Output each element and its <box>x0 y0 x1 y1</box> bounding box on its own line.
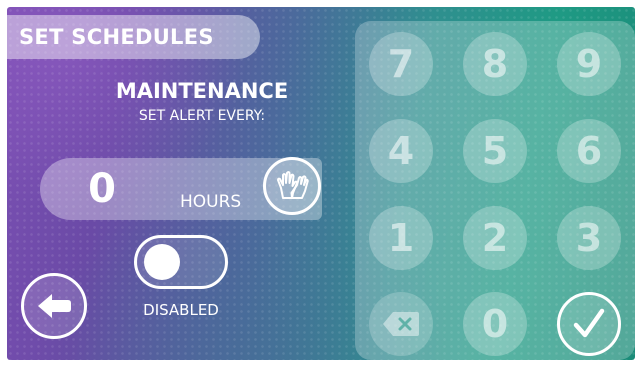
toggle-knob <box>144 244 180 280</box>
section-heading: MAINTENANCE <box>115 79 289 103</box>
key-0[interactable]: 0 <box>463 292 527 356</box>
confirm-button[interactable] <box>557 292 621 356</box>
key-5[interactable]: 5 <box>463 119 527 183</box>
key-2[interactable]: 2 <box>463 206 527 270</box>
arrow-left-icon <box>38 294 71 318</box>
toggle-status-label: DISABLED <box>143 301 219 319</box>
clear-button[interactable] <box>263 157 321 215</box>
key-1[interactable]: 1 <box>369 206 433 270</box>
key-9[interactable]: 9 <box>557 32 621 96</box>
key-4[interactable]: 4 <box>369 119 433 183</box>
page-title: SET SCHEDULES <box>19 25 214 49</box>
checkmark-icon <box>573 308 605 338</box>
enable-toggle[interactable] <box>134 235 228 289</box>
section-subheading: SET ALERT EVERY: <box>138 108 266 124</box>
back-button[interactable] <box>21 273 87 339</box>
screen: SET SCHEDULES MAINTENANCE SET ALERT EVER… <box>7 7 635 360</box>
key-6[interactable]: 6 <box>557 119 621 183</box>
title-tab: SET SCHEDULES <box>7 15 260 59</box>
backspace-button[interactable] <box>369 292 433 356</box>
key-7[interactable]: 7 <box>369 32 433 96</box>
backspace-icon <box>383 312 419 336</box>
key-3[interactable]: 3 <box>557 206 621 270</box>
key-8[interactable]: 8 <box>463 32 527 96</box>
hours-unit-label: HOURS <box>180 192 242 212</box>
hours-value: 0 <box>88 166 116 212</box>
gloves-icon <box>277 171 309 199</box>
numeric-keypad: 7 8 9 4 5 6 1 2 3 0 <box>355 21 635 360</box>
